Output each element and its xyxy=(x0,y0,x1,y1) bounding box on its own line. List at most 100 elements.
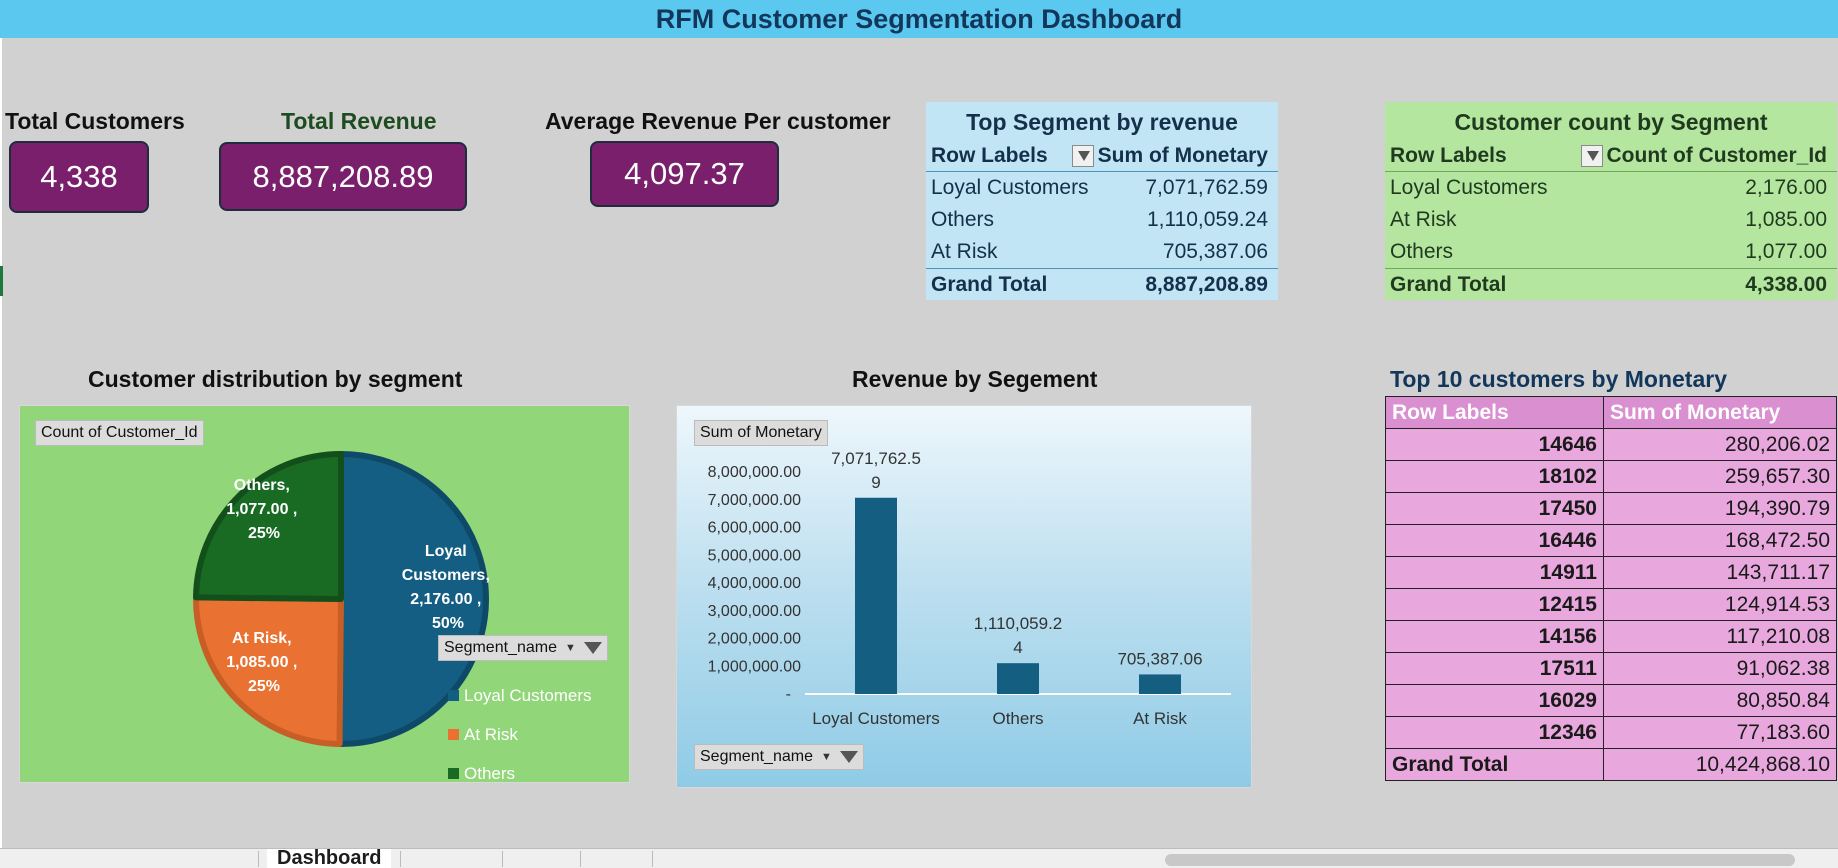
pie-label-line: Customers, xyxy=(402,567,490,584)
pivot-header-row: Row Labels Sum of Monetary xyxy=(926,140,1278,172)
pivot-top-segment-revenue[interactable]: Top Segment by revenue Row Labels Sum of… xyxy=(926,102,1278,300)
pivot-row-label: Others xyxy=(931,208,995,231)
kpi-label-total-revenue: Total Revenue xyxy=(281,108,437,134)
pivot-col-sum-monetary: Sum of Monetary xyxy=(1097,143,1268,167)
pivot-row-value: 1,110,059.24 xyxy=(1146,208,1268,231)
pivot-row: Others 1,077.00 xyxy=(1385,236,1837,268)
monetary-cell: 124,914.53 xyxy=(1603,588,1837,621)
y-tick-label: 3,000,000.00 xyxy=(708,603,802,620)
filter-dropdown-icon[interactable] xyxy=(1580,144,1603,167)
customer-id-cell: 12346 xyxy=(1385,716,1604,749)
tab-separator xyxy=(258,851,259,867)
top10-row: 14646 280,206.02 xyxy=(1385,428,1837,461)
bar-chart-panel[interactable]: Sum of Monetary -1,000,000.00 2,000,000.0… xyxy=(676,405,1252,788)
kpi-label-avg-revenue: Average Revenue Per customer xyxy=(545,108,891,134)
bar-segment-filter-button[interactable]: Segment_name ▼ xyxy=(694,744,864,770)
kpi-value-total-customers: 4,338 xyxy=(9,141,149,213)
x-tick-label: Others xyxy=(992,709,1043,728)
top10-header-row: Row Labels Sum of Monetary xyxy=(1385,396,1837,429)
x-tick-label: Loyal Customers xyxy=(812,709,940,728)
pivot-grand-total-row: Grand Total 4,338.00 xyxy=(1385,268,1837,300)
pie-chart-title: Customer distribution by segment xyxy=(88,366,463,392)
monetary-cell: 168,472.50 xyxy=(1603,524,1837,557)
pivot-header-row: Row Labels Count of Customer_Id xyxy=(1385,140,1837,172)
kpi-value-avg-revenue: 4,097.37 xyxy=(590,141,779,207)
pivot-row-value: 2,176.00 xyxy=(1745,176,1827,199)
pivot-customer-count[interactable]: Customer count by Segment Row Labels Cou… xyxy=(1385,102,1837,300)
pivot-row-value: 1,085.00 xyxy=(1745,208,1827,231)
legend-swatch xyxy=(448,690,459,701)
customer-id-cell: 14911 xyxy=(1385,556,1604,589)
pivot-row: At Risk 1,085.00 xyxy=(1385,204,1837,236)
y-tick-label: 5,000,000.00 xyxy=(708,547,802,564)
pivot-grand-total-row: Grand Total 8,887,208.89 xyxy=(926,268,1278,300)
horizontal-scrollbar[interactable] xyxy=(1165,854,1795,866)
pie-label-line: 1,077.00 , xyxy=(226,501,297,518)
pivot-row-label: At Risk xyxy=(1390,208,1457,231)
pie-label-line: Loyal xyxy=(425,543,467,560)
customer-id-cell: 14646 xyxy=(1385,428,1604,461)
sheet-tabs-bar: Dashboard xyxy=(0,848,1838,868)
row-selection-marker xyxy=(0,266,3,296)
filter-dropdown-icon[interactable] xyxy=(1071,144,1094,167)
bar-data-label-line: 9 xyxy=(871,473,880,492)
pivot-row: Loyal Customers 2,176.00 xyxy=(1385,172,1837,204)
pie-filter-label: Segment_name xyxy=(444,639,557,656)
legend-item-at-risk: At Risk xyxy=(448,715,592,754)
top10-grand-total-row: Grand Total 10,424,868.10 xyxy=(1385,748,1837,781)
monetary-cell: 259,657.30 xyxy=(1603,460,1837,493)
y-tick-label: 6,000,000.00 xyxy=(708,520,802,537)
pivot-col-row-labels: Row Labels xyxy=(931,143,1048,167)
pie-segment-filter-button[interactable]: Segment_name ▼ xyxy=(438,635,608,661)
legend-item-others: Others xyxy=(448,754,592,793)
bar-data-label-line: 7,071,762.5 xyxy=(831,449,921,468)
bar-data-label-line: 4 xyxy=(1013,638,1022,657)
kpi-label-total-customers: Total Customers xyxy=(5,108,185,134)
pivot-row-value: 1,077.00 xyxy=(1745,240,1827,263)
dashboard-title-bar: RFM Customer Segmentation Dashboard xyxy=(0,0,1838,38)
pivot-row-label: At Risk xyxy=(931,240,998,263)
bar-chart-svg: - 1,000,000.00 2,000,000.00 3,000,000.00 4,0… xyxy=(708,449,1231,728)
pivot-row-value: 705,387.06 xyxy=(1162,240,1268,263)
pie-legend: Loyal Customers At Risk Others xyxy=(448,676,592,793)
tab-dashboard[interactable]: Dashboard xyxy=(267,849,392,868)
bar-chart-title: Revenue by Segement xyxy=(852,366,1098,392)
pie-label-line: Others, xyxy=(234,477,290,494)
bar-data-label: 1,110,059.2 4 xyxy=(974,614,1063,657)
tab-separator xyxy=(580,851,581,867)
chevron-down-icon: ▼ xyxy=(820,751,832,763)
monetary-cell: 194,390.79 xyxy=(1603,492,1837,525)
pivot-total-value: 8,887,208.89 xyxy=(1145,272,1268,296)
pie-label-line: 25% xyxy=(248,525,280,542)
legend-label: At Risk xyxy=(464,724,518,744)
pie-chart-panel[interactable]: Count of Customer_Id Others, 1,077.00 , … xyxy=(19,405,630,783)
y-tick-label: 8,000,000.00 xyxy=(708,464,802,481)
legend-swatch xyxy=(448,768,459,779)
dashboard-title: RFM Customer Segmentation Dashboard xyxy=(655,4,1183,34)
customer-id-cell: 12415 xyxy=(1385,588,1604,621)
bar-loyal-customers[interactable] xyxy=(855,497,897,694)
chevron-down-icon: ▼ xyxy=(564,642,576,654)
monetary-cell: 117,210.08 xyxy=(1603,620,1837,653)
legend-item-loyal: Loyal Customers xyxy=(448,676,592,715)
customer-id-cell: 17511 xyxy=(1385,652,1604,685)
bar-others[interactable] xyxy=(997,663,1039,694)
top10-row: 17511 91,062.38 xyxy=(1385,652,1837,685)
tab-separator xyxy=(400,851,401,867)
top10-pivot-table[interactable]: Row Labels Sum of Monetary 14646 280,206.… xyxy=(1385,396,1837,781)
bar-at-risk[interactable] xyxy=(1139,674,1181,694)
customer-id-cell: 16029 xyxy=(1385,684,1604,717)
bar-data-label: 705,387.06 xyxy=(1117,649,1202,668)
customer-id-cell: 18102 xyxy=(1385,460,1604,493)
top10-row: 17450 194,390.79 xyxy=(1385,492,1837,525)
legend-label: Others xyxy=(464,763,516,783)
top10-row: 12346 77,183.60 xyxy=(1385,716,1837,749)
top10-col-row-labels: Row Labels xyxy=(1385,396,1604,429)
pivot-row-label: Loyal Customers xyxy=(1390,176,1548,199)
monetary-cell: 280,206.02 xyxy=(1603,428,1837,461)
kpi-value-total-revenue: 8,887,208.89 xyxy=(219,142,467,211)
monetary-cell: 80,850.84 xyxy=(1603,684,1837,717)
pie-label-line: 1,085.00 , xyxy=(226,654,297,671)
top10-col-sum-monetary: Sum of Monetary xyxy=(1603,396,1837,429)
bar-data-label-line: 705,387.06 xyxy=(1117,649,1202,668)
